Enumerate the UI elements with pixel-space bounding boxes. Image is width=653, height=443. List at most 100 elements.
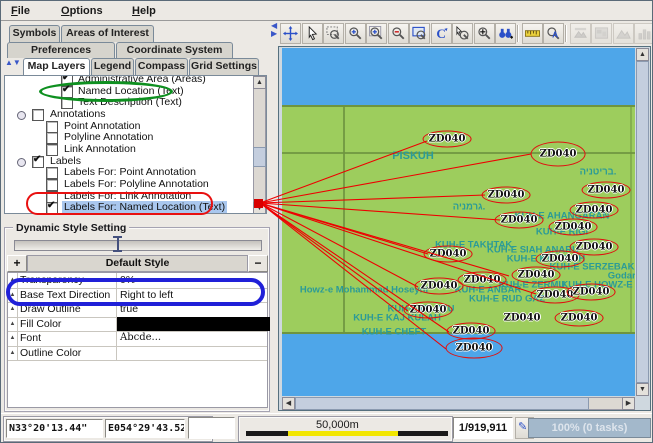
scale-ratio-field[interactable]: 1/919,911 <box>453 417 513 439</box>
map-scroll-right-icon[interactable]: ▶ <box>622 397 635 410</box>
map-label-zd040: ZD040 <box>549 219 598 236</box>
tab-legend[interactable]: Legend <box>91 58 134 76</box>
chart-icon <box>634 23 653 44</box>
relief-icon <box>613 23 634 44</box>
toolbar-separator <box>517 25 519 42</box>
zoom-center-icon[interactable] <box>474 23 495 44</box>
scale-bar-segment <box>246 431 288 436</box>
zoom-area-icon[interactable] <box>323 23 344 44</box>
pan-icon[interactable] <box>280 23 301 44</box>
tree-node-handle-icon[interactable] <box>17 158 26 167</box>
fill-color-swatch[interactable] <box>117 317 270 332</box>
find-icon[interactable] <box>495 23 516 44</box>
property-value[interactable]: true <box>117 302 270 317</box>
toolbar-separator <box>565 25 567 42</box>
zoom-in-icon[interactable] <box>345 23 366 44</box>
property-name: Base Text Direction <box>18 288 117 303</box>
style-property-table: ▲Transparency0%▲Base Text DirectionRight… <box>7 272 268 408</box>
check-icon: ✔ <box>62 84 70 95</box>
map-scroll-left-icon[interactable]: ◀ <box>282 397 295 410</box>
property-row-transparency: ▲Transparency0% <box>8 273 267 289</box>
menu-item-help[interactable]: Help <box>128 3 160 19</box>
tree-scrollbar-thumb[interactable] <box>253 147 266 167</box>
tree-node-handle-icon[interactable] <box>17 111 26 120</box>
tab-compass[interactable]: Compass <box>135 58 188 76</box>
refresh-icon[interactable]: C <box>431 23 452 44</box>
tab-grid-settings[interactable]: Grid Settings <box>189 58 259 76</box>
image-icon <box>591 23 612 44</box>
property-value[interactable] <box>117 346 270 361</box>
splitter-expand-buttons[interactable]: ◀▶ <box>271 22 279 38</box>
map-place-name: גרמניה. <box>453 202 485 213</box>
tree-scroll-down-icon[interactable]: ▼ <box>253 202 266 214</box>
zoom-in-fixed-icon[interactable] <box>366 23 387 44</box>
map-scroll-up-icon[interactable]: ▲ <box>636 48 649 61</box>
scale-bar-segment <box>398 431 448 436</box>
map-label-zd040: ZD040 <box>555 310 604 327</box>
row-sort-icon: ▲ <box>8 346 18 361</box>
map-canvas[interactable]: ZD040ZD040ZD040ZD040ZD040ZD040ZD040ZD040… <box>282 48 635 396</box>
dynamic-style-title: Dynamic Style Setting <box>13 222 129 234</box>
map-scroll-down-icon[interactable]: ▼ <box>636 383 649 396</box>
row-sort-icon: ▲ <box>8 288 18 303</box>
map-label-zd040: ZD040 <box>482 187 531 204</box>
tab-map-layers[interactable]: Map Layers <box>23 58 90 76</box>
label-search-icon[interactable]: A <box>543 23 564 44</box>
property-row-outline-color: ▲Outline Color <box>8 346 267 362</box>
check-icon: ✔ <box>47 200 55 211</box>
status-empty-field[interactable] <box>188 417 235 439</box>
remove-style-button[interactable]: − <box>248 255 268 272</box>
row-sort-icon: ▲ <box>8 317 18 332</box>
check-icon: ✔ <box>33 154 41 165</box>
map-vscrollbar[interactable]: ▲ ▼ <box>636 48 649 396</box>
map-label-zd040: ZD040 <box>498 310 547 327</box>
map-place-name: בריטניה. <box>580 167 617 178</box>
style-slider[interactable] <box>14 240 262 251</box>
tree-item-11[interactable]: ✔Labels For: Named Location (Text) <box>5 201 251 214</box>
svg-text:A: A <box>552 30 558 40</box>
map-label-zd040: ZD040 <box>531 142 586 167</box>
task-progress-bar: 100% (0 tasks) <box>528 418 651 438</box>
zoom-window-icon[interactable] <box>409 23 430 44</box>
map-label-zd040: ZD040 <box>512 267 561 284</box>
zoom-out-icon[interactable] <box>388 23 409 44</box>
property-name: Draw Outline <box>18 302 117 317</box>
menu-item-options[interactable]: Options <box>57 3 107 19</box>
ibeam-cursor <box>113 236 122 252</box>
map-gridline-vertical <box>343 105 345 334</box>
map-hscrollbar-thumb[interactable] <box>295 397 589 410</box>
map-label-zd040: ZD040 <box>567 284 616 301</box>
latitude-field[interactable]: N33°20'13.44" <box>6 419 103 438</box>
layer-tree[interactable]: ✔Administrative Area (Areas)✔Named Locat… <box>4 75 267 214</box>
terrain-icon <box>570 23 591 44</box>
dynamic-style-panel: Dynamic Style Setting + Default Style − … <box>4 227 270 412</box>
tab-areas-of-interest[interactable]: Areas of Interest <box>61 25 154 42</box>
map-label-zd040: ZD040 <box>582 182 631 199</box>
zoom-selection-icon[interactable] <box>452 23 473 44</box>
map-hscrollbar[interactable]: ◀ ▶ <box>282 397 635 410</box>
tab-preferences[interactable]: Preferences <box>7 42 115 58</box>
tab-scroll-arrows[interactable]: ▲▼ <box>5 59 21 67</box>
edit-pencil-icon: ✎ <box>518 420 527 433</box>
tree-scrollbar[interactable]: ▲ ▼ <box>253 76 266 213</box>
property-row-draw-outline: ▲Draw Outlinetrue <box>8 302 267 318</box>
map-label-zd040: ZD040 <box>536 251 585 268</box>
add-style-button[interactable]: + <box>7 255 27 272</box>
pointer-icon[interactable] <box>302 23 323 44</box>
style-column-header[interactable]: Default Style <box>27 255 248 272</box>
measure-icon[interactable] <box>522 23 543 44</box>
map-label-zd040: ZD040 <box>404 302 453 319</box>
tree-checkbox[interactable]: ✔ <box>46 202 58 214</box>
property-name: Outline Color <box>18 346 117 361</box>
property-value[interactable]: Right to left <box>117 288 270 303</box>
menu-item-file[interactable]: File <box>7 3 34 19</box>
row-sort-icon: ▲ <box>8 302 18 317</box>
tab-coordinate-system[interactable]: Coordinate System <box>116 42 233 58</box>
property-value[interactable]: 0% <box>117 273 270 288</box>
tab-symbols[interactable]: Symbols <box>9 25 60 42</box>
tree-scroll-up-icon[interactable]: ▲ <box>253 76 266 89</box>
map-vscrollbar-thumb[interactable] <box>636 61 649 383</box>
map-label-zd040: ZD040 <box>495 212 544 229</box>
longitude-field[interactable]: E054°29'43.52" <box>105 419 185 438</box>
property-value[interactable]: Abcde... <box>117 331 270 346</box>
